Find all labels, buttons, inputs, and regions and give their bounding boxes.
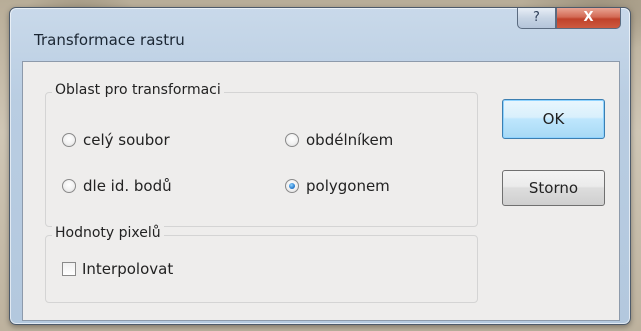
close-icon: X: [583, 10, 594, 25]
radio-rectangle[interactable]: obdélníkem: [285, 131, 393, 149]
dialog-title: Transformace rastru: [34, 31, 185, 49]
radio-selected-icon: [285, 179, 299, 193]
radio-polygon-label: polygonem: [306, 177, 390, 195]
dialog-client-area: Oblast pro transformaci celý soubor obdé…: [22, 61, 620, 321]
dialog-window: Transformace rastru ? X Oblast pro trans…: [9, 7, 631, 325]
close-button[interactable]: X: [556, 8, 621, 29]
radio-circle-icon: [285, 133, 299, 147]
transform-area-group-title: Oblast pro transformaci: [52, 82, 224, 98]
radio-circle-icon: [62, 179, 76, 193]
radio-rectangle-label: obdélníkem: [306, 131, 394, 149]
radio-circle-icon: [62, 133, 76, 147]
radio-whole-file-label: celý soubor: [83, 131, 170, 149]
radio-point-ids-label: dle id. bodů: [83, 177, 172, 195]
interpolate-checkbox[interactable]: Interpolovat: [62, 260, 173, 278]
ok-button[interactable]: OK: [502, 99, 605, 139]
help-icon: ?: [533, 10, 540, 25]
radio-point-ids[interactable]: dle id. bodů: [62, 177, 172, 195]
help-button[interactable]: ?: [517, 8, 556, 29]
pixel-values-group: Hodnoty pixelů Interpolovat: [45, 225, 478, 303]
pixel-values-group-title: Hodnoty pixelů: [52, 225, 164, 241]
transform-area-group: Oblast pro transformaci celý soubor obdé…: [45, 82, 478, 227]
checkbox-icon: [62, 262, 76, 276]
radio-whole-file[interactable]: celý soubor: [62, 131, 170, 149]
cancel-button[interactable]: Storno: [502, 170, 605, 206]
interpolate-label: Interpolovat: [82, 260, 174, 278]
radio-polygon[interactable]: polygonem: [285, 177, 390, 195]
